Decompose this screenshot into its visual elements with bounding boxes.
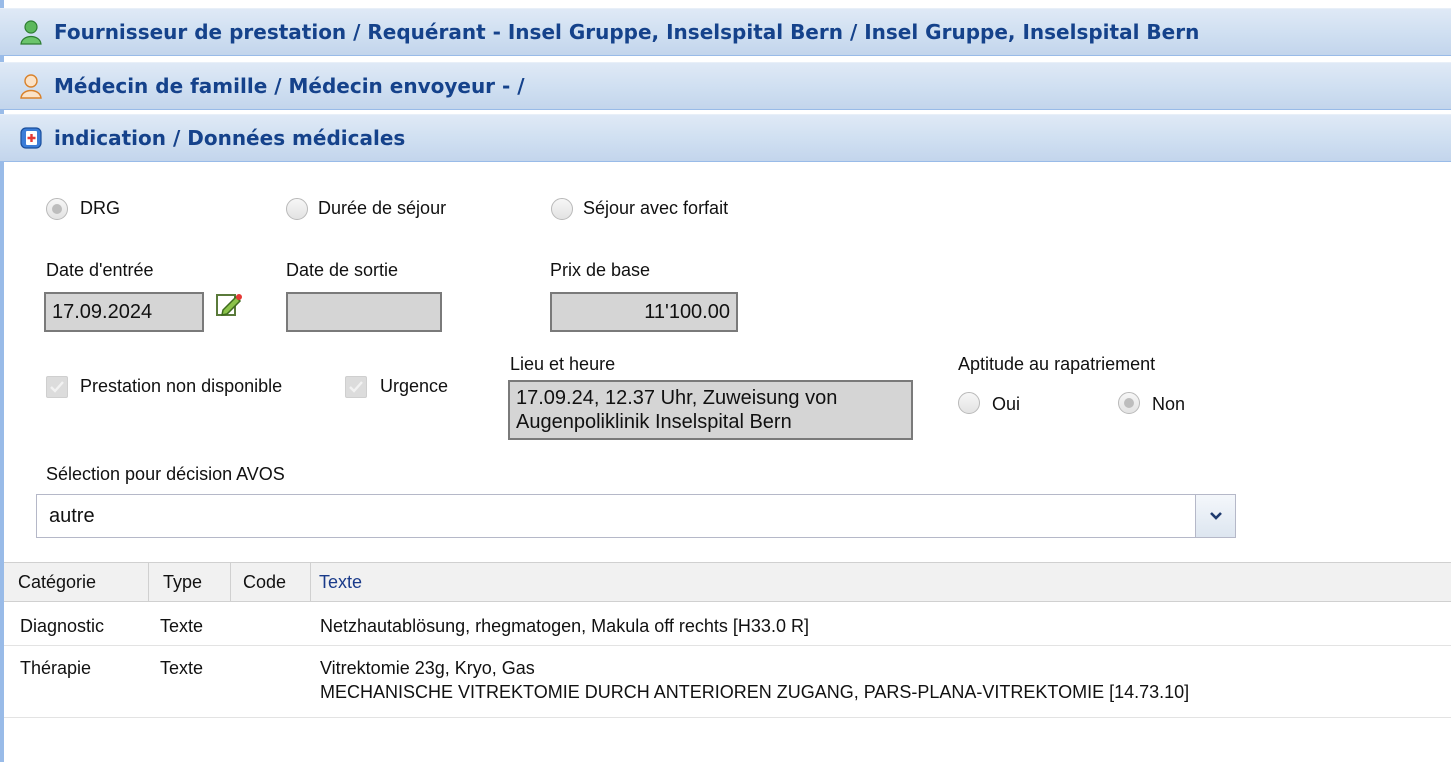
green-user-icon	[18, 19, 44, 45]
base-price-label: Prix de base	[550, 260, 651, 280]
panel-header-indication[interactable]: indication / Données médicales	[0, 114, 1451, 162]
orange-user-icon	[18, 73, 44, 99]
radio-duree-sejour[interactable]	[286, 198, 308, 220]
cell-category: Diagnostic	[20, 616, 105, 636]
chevron-down-icon	[1209, 512, 1222, 520]
table-row[interactable]: Diagnostic Texte Netzhautablösung, rhegm…	[4, 604, 1451, 646]
checkbox-urgent-label: Urgence	[380, 376, 449, 396]
repatriation-label: Aptitude au rapatriement	[958, 354, 1156, 374]
radio-repatriation-yes[interactable]	[958, 392, 980, 414]
radio-duree-sejour-label: Durée de séjour	[318, 198, 447, 218]
panel-title-provider: Fournisseur de prestation / Requérant - …	[54, 20, 1200, 44]
table-row[interactable]: Thérapie Texte Vitrektomie 23g, Kryo, Ga…	[4, 646, 1451, 718]
cell-text-line-2: MECHANISCHE VITREKTOMIE DURCH ANTERIOREN…	[320, 682, 1190, 702]
medical-record-icon	[18, 125, 44, 151]
checkmark-icon	[50, 381, 64, 393]
panel-title-doctor: Médecin de famille / Médecin envoyeur - …	[54, 74, 525, 98]
base-price-field[interactable]: 11'100.00	[550, 292, 738, 332]
edit-date-icon[interactable]	[214, 290, 244, 325]
panel-title-indication: indication / Données médicales	[54, 126, 406, 150]
column-header-text[interactable]: Texte	[311, 563, 1451, 601]
avos-label: Sélection pour décision AVOS	[46, 464, 285, 484]
column-header-code[interactable]: Code	[231, 563, 311, 601]
checkbox-not-available[interactable]	[46, 376, 68, 398]
checkmark-icon	[349, 381, 363, 393]
place-time-field[interactable]: 17.09.24, 12.37 Uhr, Zuweisung von Augen…	[508, 380, 913, 440]
grid-header: Catégorie Type Code Texte	[4, 562, 1451, 602]
cell-type: Texte	[160, 658, 204, 678]
checkbox-urgent[interactable]	[345, 376, 367, 398]
radio-repatriation-no[interactable]	[1118, 392, 1140, 414]
radio-sejour-forfait[interactable]	[551, 198, 573, 220]
panel-header-provider[interactable]: Fournisseur de prestation / Requérant - …	[0, 8, 1451, 56]
cell-type: Texte	[160, 616, 204, 636]
column-header-category[interactable]: Catégorie	[4, 563, 149, 601]
radio-drg[interactable]	[46, 198, 68, 220]
entry-date-field[interactable]: 17.09.2024	[44, 292, 204, 332]
entry-date-label: Date d'entrée	[46, 260, 154, 280]
exit-date-label: Date de sortie	[286, 260, 399, 280]
radio-drg-label: DRG	[80, 198, 120, 218]
radio-sejour-forfait-label: Séjour avec forfait	[583, 198, 729, 218]
panel-header-doctor[interactable]: Médecin de famille / Médecin envoyeur - …	[0, 62, 1451, 110]
exit-date-field[interactable]	[286, 292, 442, 332]
avos-select-value: autre	[49, 504, 95, 527]
radio-repatriation-no-label: Non	[1152, 394, 1186, 414]
cell-text-line-1: Vitrektomie 23g, Kryo, Gas	[320, 658, 535, 678]
radio-repatriation-yes-label: Oui	[992, 394, 1021, 414]
place-time-label: Lieu et heure	[510, 354, 616, 374]
cell-text: Netzhautablösung, rhegmatogen, Makula of…	[320, 616, 809, 636]
cell-category: Thérapie	[20, 658, 92, 678]
checkbox-not-available-label: Prestation non disponible	[80, 376, 283, 396]
avos-dropdown-trigger[interactable]	[1195, 495, 1235, 537]
column-header-type[interactable]: Type	[149, 563, 231, 601]
avos-select[interactable]: autre	[36, 494, 1236, 538]
